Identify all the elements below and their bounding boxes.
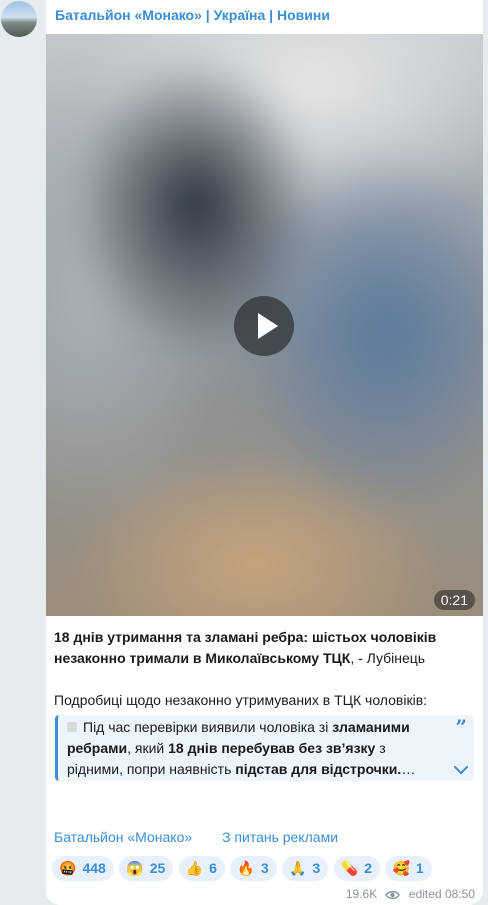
reaction-button[interactable]: 🙏 3 — [282, 856, 329, 881]
praying-hands-icon: 🙏 — [289, 860, 307, 876]
quote-bold: 18 днів перебував без зв’язку — [168, 740, 376, 756]
blockquote-text: Під час перевірки виявили чоловіка зі зл… — [67, 717, 443, 780]
quote-part: Під час перевірки виявили чоловіка зі — [83, 719, 333, 735]
message-meta: 19.6K edited 08:50 — [346, 887, 475, 901]
message-bubble: Батальйон «Монако» | Україна | Новини 0:… — [46, 0, 483, 905]
chevron-down-icon[interactable] — [454, 765, 468, 775]
video-duration: 0:21 — [433, 590, 475, 610]
smiling-hearts-face-icon: 🥰 — [392, 860, 410, 876]
reaction-button[interactable]: 🔥 3 — [230, 856, 277, 881]
reaction-count: 1 — [415, 860, 424, 876]
play-icon[interactable] — [234, 296, 294, 356]
reaction-button[interactable]: 😱 25 — [119, 856, 174, 881]
headline-source: , - Лубінець — [350, 650, 426, 666]
footer-links: Батальйон «Монако» З питань реклами — [54, 829, 364, 845]
post-intro: Подробиці щодо незаконно утримуваних в Т… — [54, 692, 428, 708]
reactions-bar: 🤬 448 😱 25 👍 6 🔥 3 🙏 3 💊 2 🥰 1 — [52, 856, 433, 881]
reaction-count: 3 — [260, 860, 269, 876]
channel-link[interactable]: Батальйон «Монако» — [54, 829, 192, 845]
reaction-count: 25 — [149, 860, 166, 876]
reaction-button[interactable]: 👍 6 — [178, 856, 225, 881]
ads-contact-link[interactable]: З питань реклами — [222, 829, 338, 845]
reaction-count: 2 — [364, 860, 373, 876]
reaction-button[interactable]: 💊 2 — [333, 856, 381, 881]
post-headline: 18 днів утримання та зламані ребра: шіст… — [54, 627, 474, 669]
screaming-face-icon: 😱 — [126, 860, 144, 876]
thumbs-up-icon: 👍 — [185, 860, 204, 876]
channel-avatar[interactable] — [1, 1, 37, 37]
edited-label: edited — [408, 887, 442, 901]
enraged-face-icon: 🤬 — [59, 860, 77, 876]
view-count: 19.6K — [345, 887, 378, 901]
fire-icon: 🔥 — [237, 860, 255, 876]
quote-part: , який — [127, 740, 169, 756]
message-time: 08:50 — [444, 887, 475, 901]
reaction-button[interactable]: 🤬 448 — [52, 856, 114, 881]
reaction-button[interactable]: 🥰 1 — [385, 856, 432, 881]
reaction-count: 3 — [312, 860, 321, 876]
quote-icon: ” — [455, 715, 467, 739]
pill-icon: 💊 — [340, 860, 359, 876]
video-player[interactable]: 0:21 — [46, 34, 483, 616]
reaction-count: 6 — [209, 860, 217, 876]
stop-square-icon — [67, 722, 77, 732]
quote-bold: підстав для відстрочки. — [235, 761, 402, 777]
quote-ellipsis: … — [401, 761, 416, 777]
eye-icon — [384, 890, 400, 900]
blockquote[interactable]: Під час перевірки виявили чоловіка зі зл… — [55, 715, 474, 781]
channel-name[interactable]: Батальйон «Монако» | Україна | Новини — [55, 7, 330, 23]
reaction-count: 448 — [82, 860, 106, 876]
